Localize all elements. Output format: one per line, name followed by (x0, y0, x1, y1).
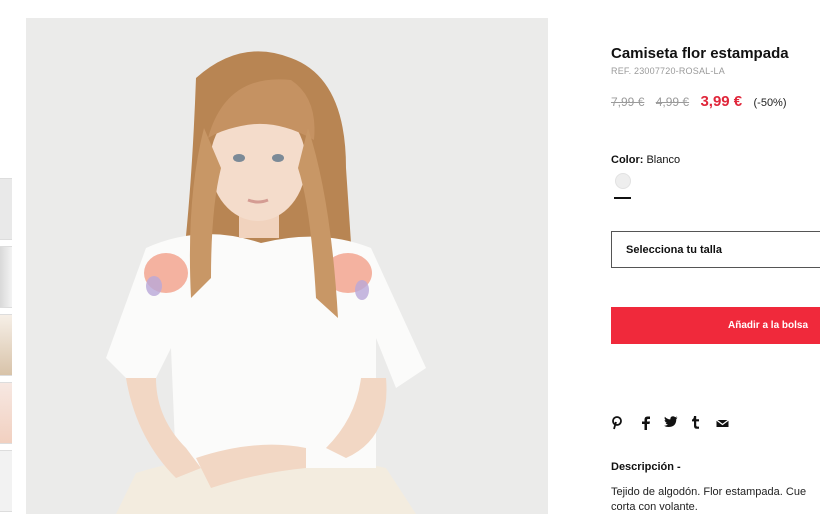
thumbnail-4[interactable] (0, 382, 12, 444)
price-row: 7,99 € 4,99 € 3,99 € (-50%) (611, 93, 787, 110)
description-heading[interactable]: Descripción - (611, 461, 681, 473)
add-to-bag-label: Añadir a la bolsa (728, 320, 809, 331)
selected-swatch-indicator (614, 197, 631, 199)
pinterest-icon[interactable] (611, 416, 623, 430)
product-reference: REF. 23007720-ROSAL-LA (611, 66, 725, 76)
current-price: 3,99 € (700, 93, 743, 110)
twitter-icon[interactable] (664, 416, 678, 428)
color-info: Color: Blanco (611, 154, 680, 166)
size-select-label: Selecciona tu talla (626, 244, 722, 256)
color-swatch-blanco[interactable] (615, 173, 631, 189)
facebook-icon[interactable] (641, 416, 651, 430)
product-photo[interactable] (26, 18, 548, 514)
add-to-bag-button[interactable]: Añadir a la bolsa (611, 307, 820, 344)
thumbnail-3[interactable] (0, 314, 12, 376)
thumbnail-2[interactable] (0, 246, 12, 308)
thumbnail-strip (0, 178, 12, 518)
product-details: Camiseta flor estampada REF. 23007720-RO… (611, 0, 820, 514)
description-text: Tejido de algodón. Flor estampada. Cue c… (611, 486, 807, 513)
email-icon[interactable] (716, 416, 729, 430)
previous-price: 4,99 € (655, 95, 690, 109)
discount-badge: (-50%) (753, 97, 787, 109)
thumbnail-5[interactable] (0, 450, 12, 512)
color-value: Blanco (646, 154, 681, 166)
original-price: 7,99 € (611, 95, 645, 109)
product-title: Camiseta flor estampada (611, 45, 789, 62)
color-label: Color: (611, 154, 644, 166)
tumblr-icon[interactable] (691, 416, 700, 429)
size-select[interactable]: Selecciona tu talla (611, 231, 820, 268)
thumbnail-1[interactable] (0, 178, 12, 240)
